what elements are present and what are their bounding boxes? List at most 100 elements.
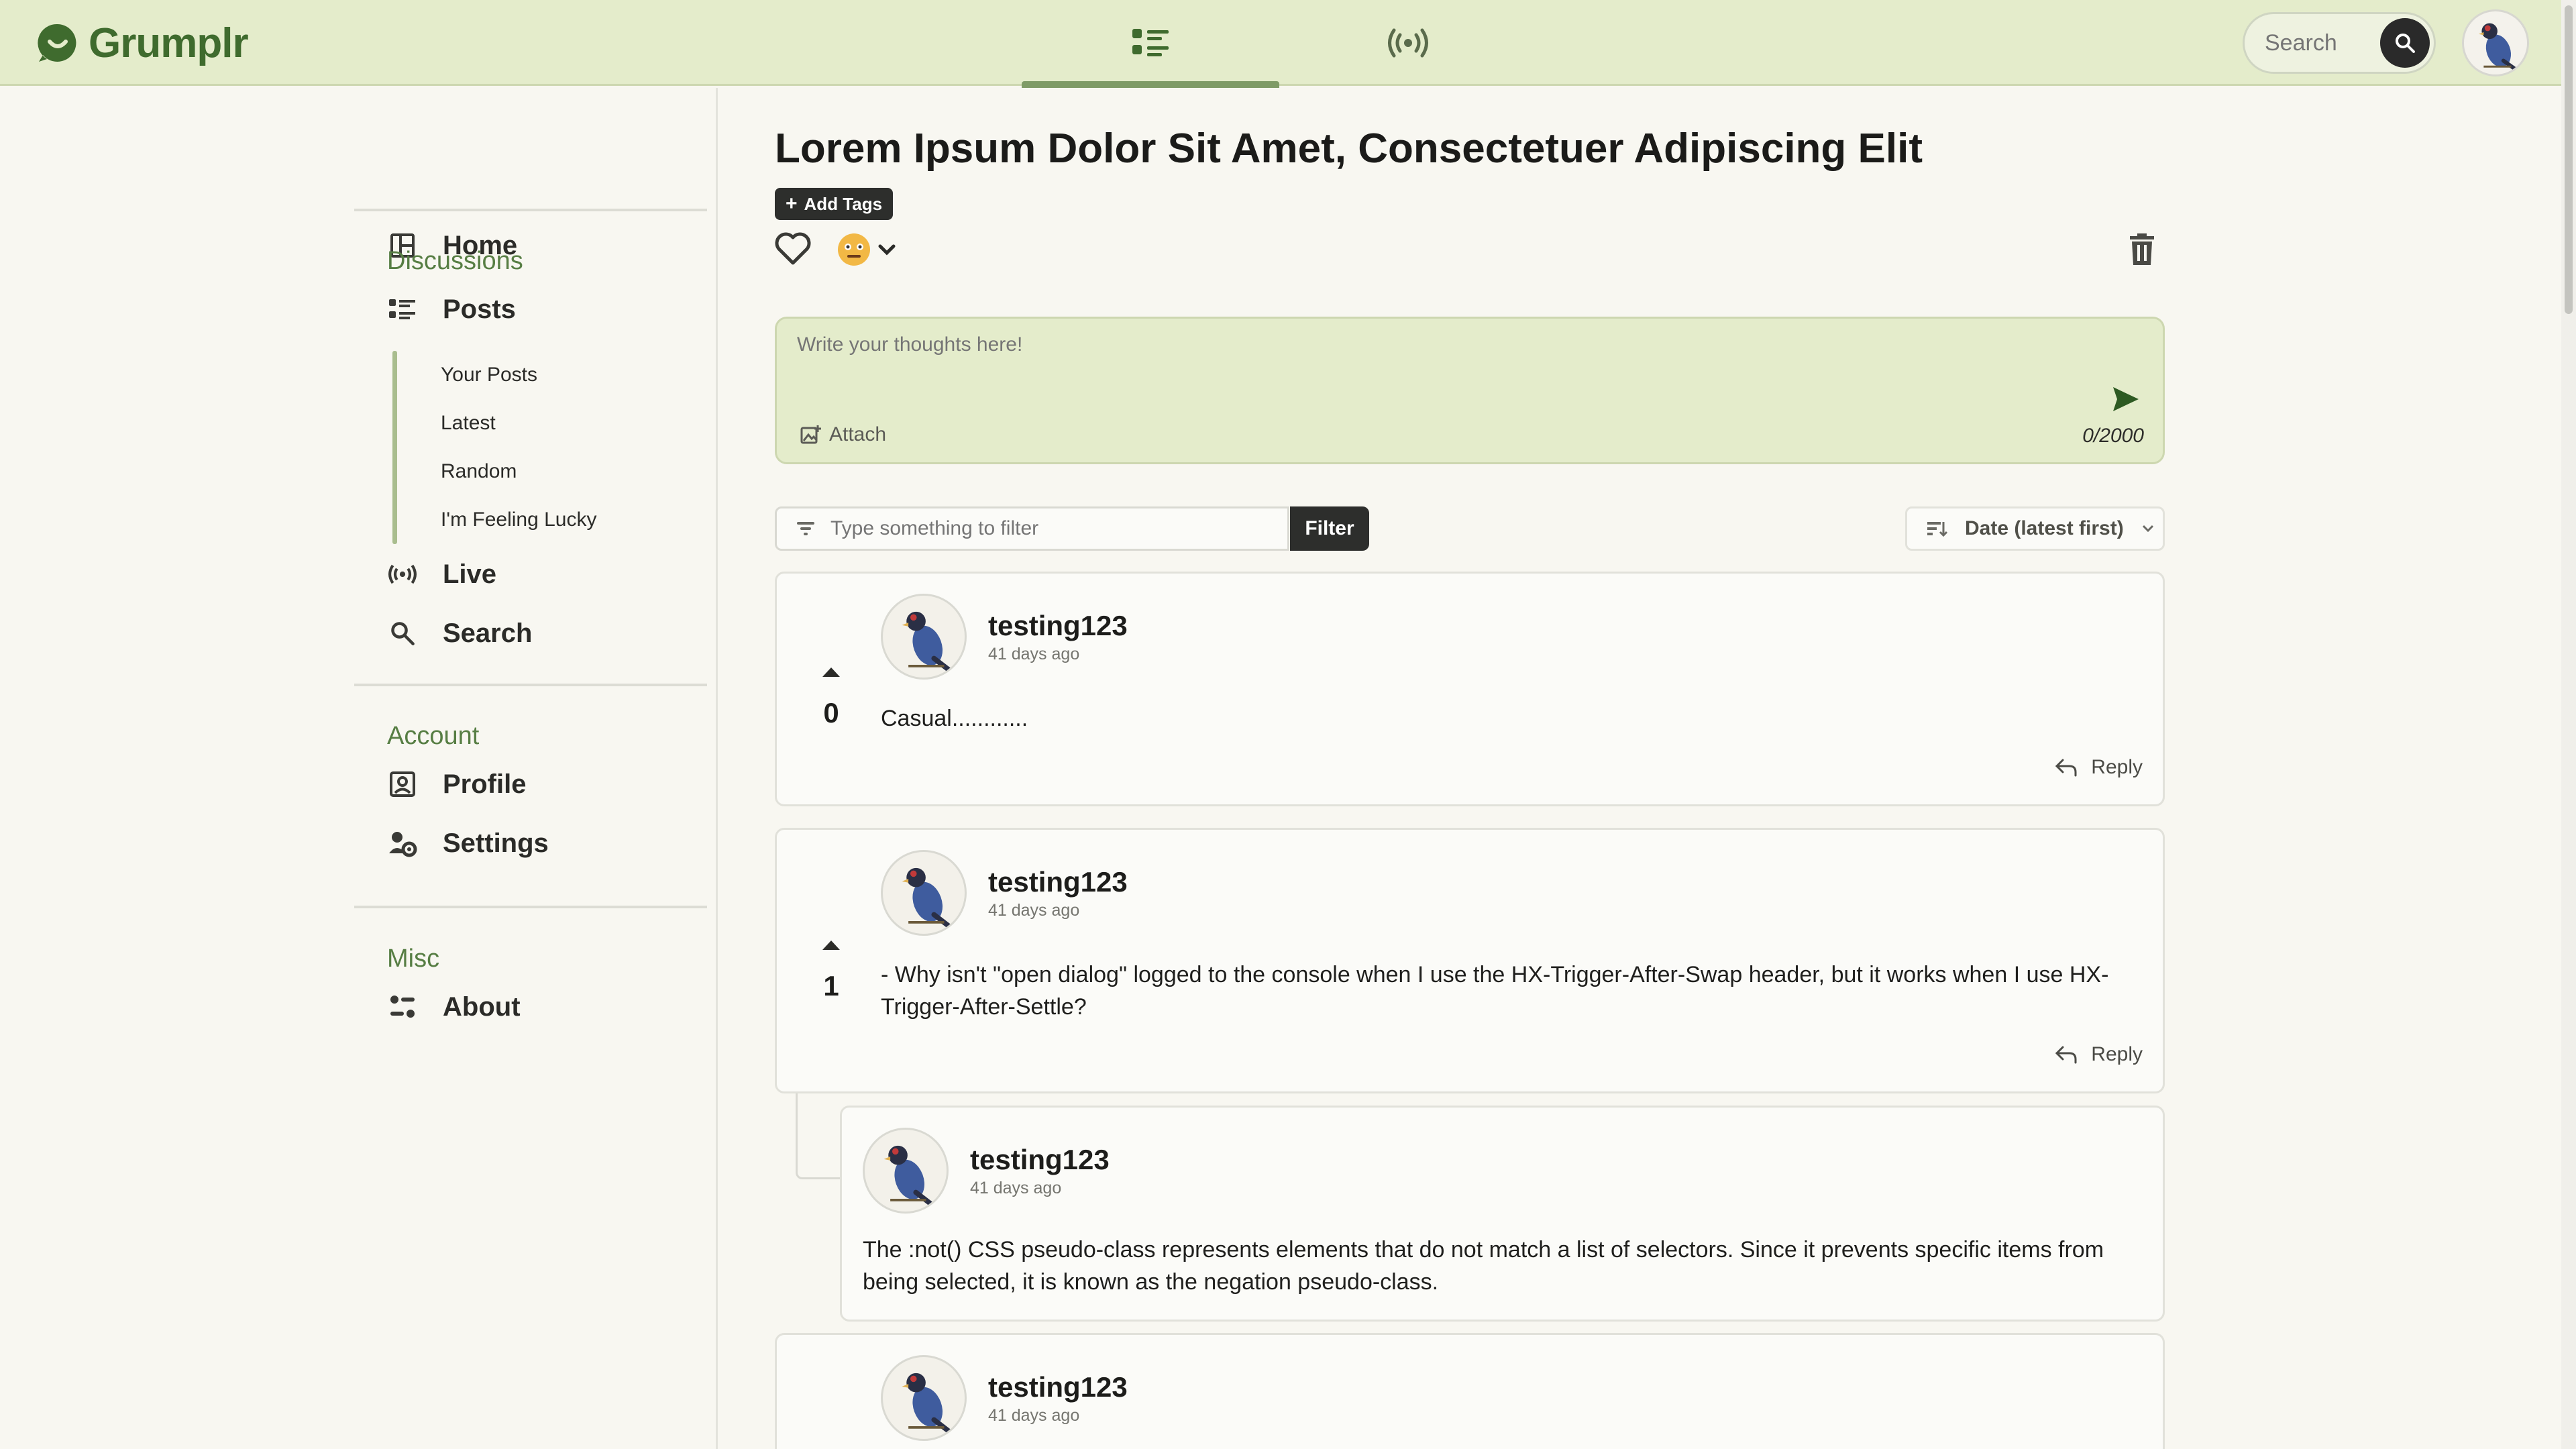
avatar[interactable]: [863, 1128, 949, 1214]
comment-time: 41 days ago: [970, 1179, 1062, 1197]
sidebar-item-label: Settings: [443, 828, 549, 858]
comment-card: 1 testing123 41 days ago - Why isn't "op…: [775, 828, 2165, 1093]
sidebar-item-profile[interactable]: Profile: [386, 761, 526, 808]
filter-button[interactable]: Filter: [1290, 506, 1369, 551]
tab-live[interactable]: [1279, 0, 1537, 86]
sidebar-subitem-feeling-lucky[interactable]: I'm Feeling Lucky: [441, 508, 597, 531]
reply-icon: [2055, 759, 2077, 777]
sidebar: Home Discussions Posts Your Posts Latest…: [0, 88, 718, 1449]
sidebar-divider: [354, 684, 707, 686]
sidebar-heading-misc: Misc: [387, 945, 440, 973]
avatar[interactable]: [881, 850, 967, 936]
settings-icon: [386, 827, 419, 859]
vote-count: 0: [823, 697, 839, 729]
send-icon: [2113, 387, 2139, 411]
sidebar-heading-account: Account: [387, 722, 480, 750]
sidebar-heading-discussions: Discussions: [387, 247, 523, 275]
comment-author[interactable]: testing123: [988, 866, 1128, 898]
chevron-down-icon: [878, 244, 896, 256]
grumplr-logo-icon: [38, 23, 76, 62]
user-avatar[interactable]: [2462, 9, 2529, 76]
live-broadcast-icon: [1388, 28, 1428, 58]
bird-avatar-image: [902, 1373, 953, 1436]
comment-time: 41 days ago: [988, 645, 1080, 663]
comment-time: 41 days ago: [988, 1406, 1080, 1425]
character-counter: 0/2000: [2082, 425, 2144, 447]
comment-text: - Why isn't "open dialog" logged to the …: [881, 962, 2109, 1020]
upvote-icon[interactable]: [822, 941, 840, 950]
top-bar: Grumplr: [0, 0, 2576, 88]
brand[interactable]: Grumplr: [36, 19, 249, 67]
attach-button[interactable]: Attach: [800, 423, 886, 446]
thread-connector: [796, 1093, 841, 1179]
comment-text: Casual............: [881, 706, 1028, 731]
header-search-button[interactable]: [2380, 18, 2430, 68]
sidebar-item-label: Search: [443, 618, 533, 648]
delete-post-button[interactable]: [2129, 233, 2155, 269]
comment-input[interactable]: [797, 333, 2072, 407]
sidebar-item-live[interactable]: Live: [386, 551, 496, 598]
vote-control: 1: [808, 941, 855, 1002]
profile-icon: [386, 768, 419, 800]
comment-card: testing123 41 days ago: [775, 1333, 2165, 1449]
sidebar-item-posts[interactable]: Posts: [386, 286, 516, 333]
sidebar-subitem-latest[interactable]: Latest: [441, 412, 496, 435]
add-tags-label: Add Tags: [804, 193, 883, 214]
attach-label: Attach: [829, 423, 887, 445]
search-icon: [386, 617, 419, 649]
brand-name: Grumplr: [89, 19, 249, 66]
like-button[interactable]: [775, 232, 811, 269]
avatar[interactable]: [881, 594, 967, 680]
about-icon: [386, 991, 419, 1023]
filter-icon: [797, 522, 814, 535]
attach-image-icon: [800, 425, 821, 444]
reply-icon: [2055, 1046, 2077, 1064]
sidebar-item-label: About: [443, 991, 521, 1022]
reply-label: Reply: [2091, 1043, 2143, 1065]
sidebar-item-about[interactable]: About: [386, 983, 521, 1030]
scroll-thumb[interactable]: [2565, 5, 2573, 314]
posts-icon: [386, 293, 419, 325]
filter-field[interactable]: [775, 506, 1289, 551]
sidebar-item-label: Profile: [443, 769, 527, 799]
plus-icon: +: [786, 193, 798, 215]
page-scrollbar[interactable]: [2561, 0, 2576, 1449]
sidebar-item-label: Posts: [443, 294, 516, 324]
sort-dropdown[interactable]: Date (latest first): [1905, 506, 2165, 551]
send-button[interactable]: [2112, 386, 2140, 416]
reply-button[interactable]: Reply: [2055, 756, 2143, 779]
sidebar-item-settings[interactable]: Settings: [386, 820, 549, 867]
comment-author[interactable]: testing123: [988, 610, 1128, 642]
bird-avatar-image: [2479, 23, 2520, 73]
comment-card: testing123 41 days ago The :not() CSS ps…: [840, 1106, 2165, 1322]
sidebar-subitem-your-posts[interactable]: Your Posts: [441, 364, 537, 386]
sidebar-subitem-random[interactable]: Random: [441, 460, 517, 483]
sidebar-item-search[interactable]: Search: [386, 610, 532, 657]
mood-emoji-icon: [838, 233, 870, 266]
reply-label: Reply: [2091, 756, 2143, 778]
sidebar-item-label: Live: [443, 559, 497, 589]
avatar[interactable]: [881, 1355, 967, 1441]
live-icon: [386, 558, 419, 590]
upvote-icon[interactable]: [822, 667, 840, 677]
posts-submenu-rail: [392, 351, 397, 544]
header-search-input[interactable]: [2265, 30, 2379, 56]
comment-author[interactable]: testing123: [970, 1144, 1110, 1176]
comment-author[interactable]: testing123: [988, 1371, 1128, 1403]
bird-avatar-image: [902, 611, 953, 674]
add-tags-button[interactable]: + Add Tags: [775, 188, 894, 220]
comment-composer: Attach 0/2000: [775, 317, 2165, 464]
comment-time: 41 days ago: [988, 901, 1080, 920]
header-search[interactable]: [2243, 12, 2436, 74]
filter-input[interactable]: [830, 517, 1287, 540]
sort-label: Date (latest first): [1965, 517, 2124, 539]
sidebar-divider: [354, 906, 707, 908]
bird-avatar-image: [902, 867, 953, 930]
sort-icon: [1927, 522, 1947, 537]
vote-control: 0: [808, 667, 855, 729]
reply-button[interactable]: Reply: [2055, 1043, 2143, 1066]
tab-posts[interactable]: [1022, 0, 1279, 88]
search-icon: [2396, 34, 2415, 53]
trash-icon: [2130, 233, 2154, 265]
mood-selector[interactable]: [837, 232, 896, 267]
